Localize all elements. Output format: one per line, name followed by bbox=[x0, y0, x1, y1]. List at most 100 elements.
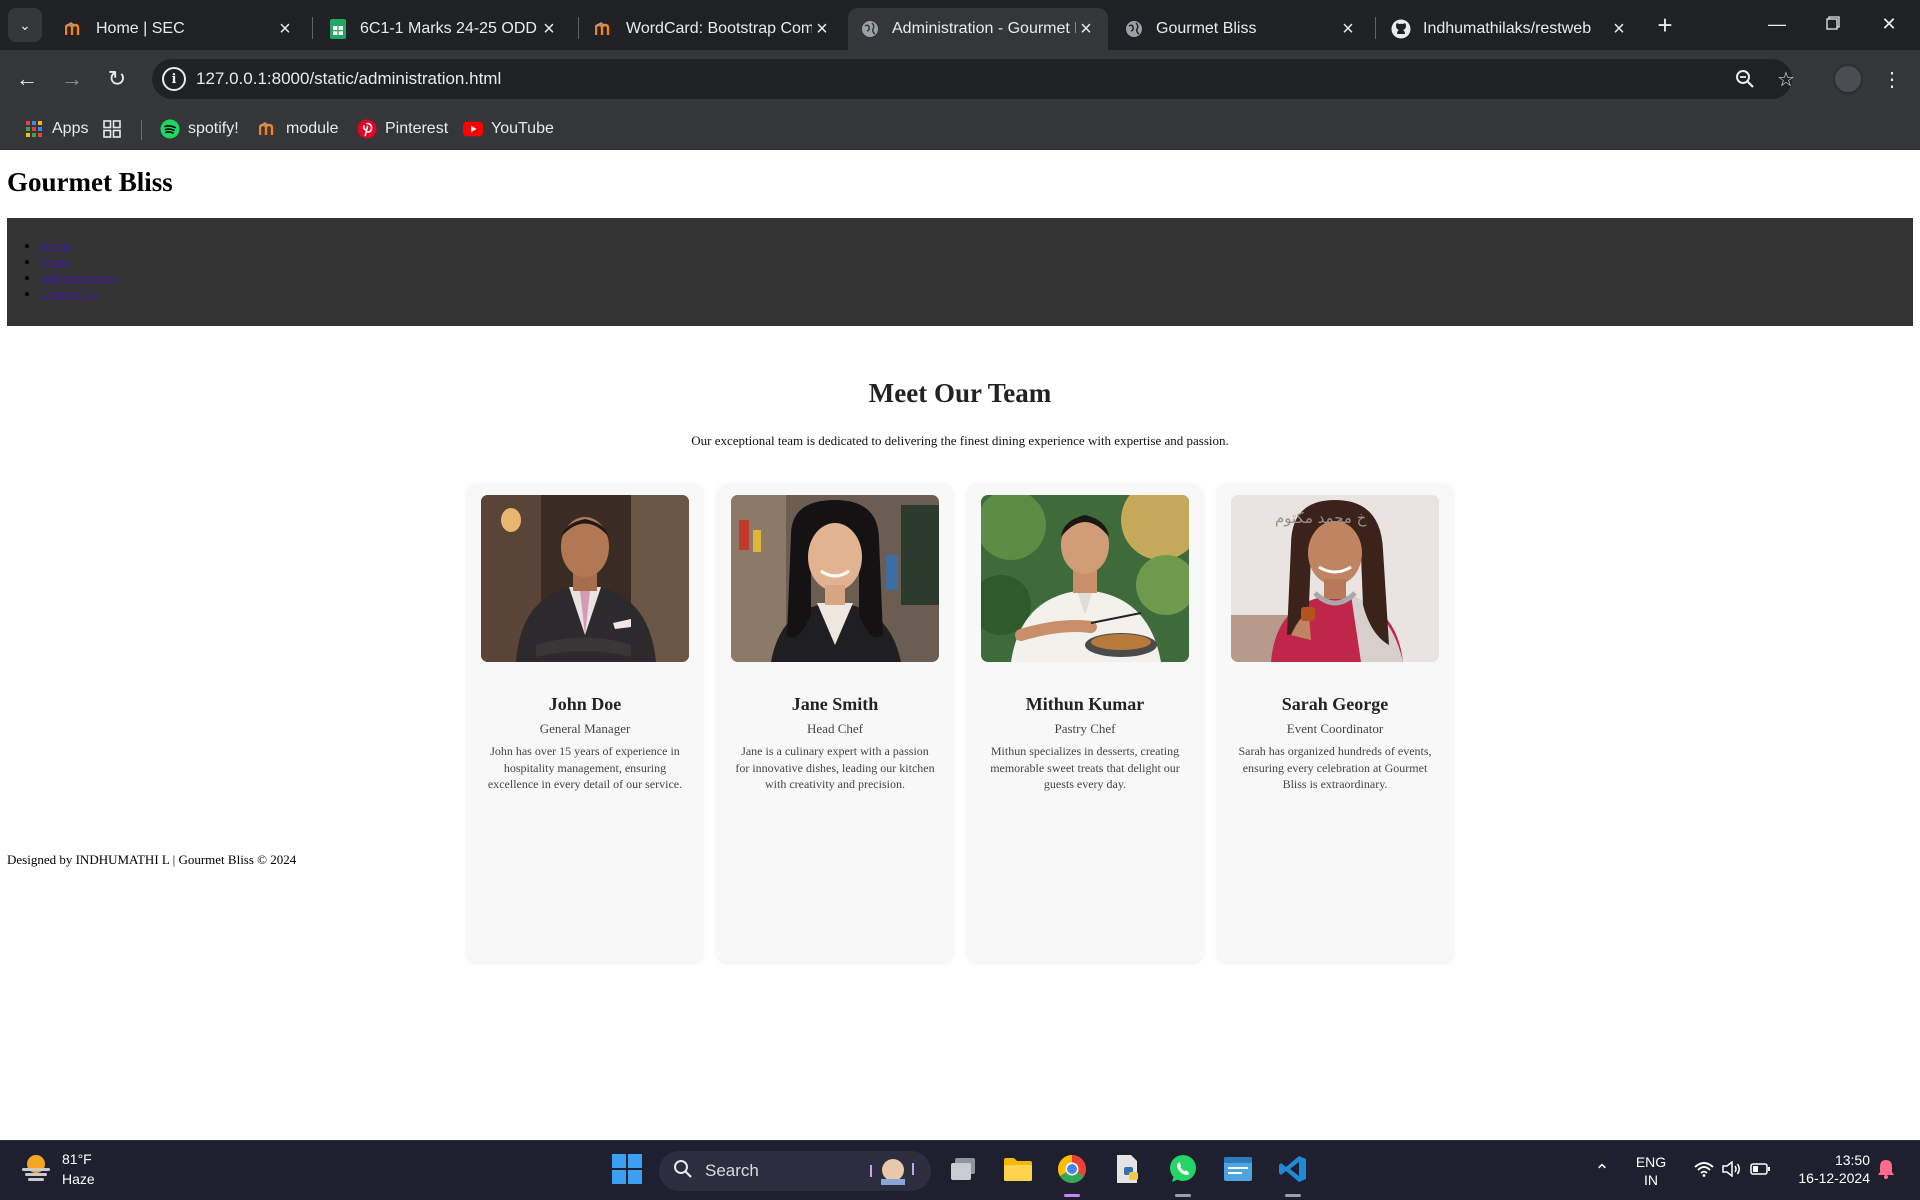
close-icon[interactable]: × bbox=[1338, 18, 1358, 41]
taskbar-file-explorer[interactable] bbox=[998, 1151, 1038, 1191]
windows-logo-icon bbox=[612, 1153, 642, 1189]
minimize-button[interactable]: — bbox=[1754, 6, 1800, 42]
nav-link-menu[interactable]: Menu bbox=[40, 254, 70, 269]
tab-title: Gourmet Bliss bbox=[1156, 20, 1257, 37]
site-title: Gourmet Bliss bbox=[7, 167, 173, 197]
bookmark-tab-groups[interactable] bbox=[102, 115, 130, 143]
member-role: Head Chef bbox=[807, 721, 863, 736]
member-description: Sarah has organized hundreds of events, … bbox=[1238, 744, 1432, 791]
bookmark-module[interactable]: module bbox=[258, 115, 338, 143]
forward-button[interactable]: → bbox=[55, 62, 89, 96]
nav-link-administration[interactable]: Administration bbox=[40, 270, 119, 285]
tab-title: 6C1-1 Marks 24-25 ODD - bbox=[360, 20, 539, 37]
tab-wordcard[interactable]: WordCard: Bootstrap Comp × bbox=[582, 8, 844, 50]
folder-icon bbox=[1003, 1156, 1033, 1187]
notifications-button[interactable] bbox=[1868, 1151, 1904, 1191]
bookmark-apps[interactable]: Apps bbox=[24, 115, 88, 143]
close-icon: ✕ bbox=[1881, 13, 1897, 34]
star-icon[interactable]: ☆ bbox=[1772, 65, 1800, 93]
bookmark-label: spotify! bbox=[188, 120, 239, 137]
bookmark-spotify[interactable]: spotify! bbox=[160, 115, 239, 143]
taskbar-app-window[interactable] bbox=[1218, 1151, 1258, 1191]
bookmark-label: YouTube bbox=[491, 120, 554, 137]
nav-link-home[interactable]: Home bbox=[40, 238, 72, 253]
clock[interactable]: 13:50 16-12-2024 bbox=[1780, 1151, 1870, 1187]
member-role: Pastry Chef bbox=[1054, 721, 1116, 736]
close-icon[interactable]: × bbox=[539, 18, 559, 41]
tab-title: Home | SEC bbox=[96, 20, 185, 37]
nav-list: Home Menu Administration Contact Us bbox=[7, 218, 1913, 302]
profile-avatar[interactable] bbox=[1833, 64, 1863, 94]
taskbar: 81°F Haze Search ⌃ ENG IN 13:50 16-12-20… bbox=[0, 1140, 1920, 1200]
weather-widget[interactable]: 81°F Haze bbox=[20, 1149, 95, 1189]
more-vertical-icon: ⋮ bbox=[1882, 68, 1902, 91]
nav-item: Contact Us bbox=[40, 286, 1913, 302]
site-footer: Designed by INDHUMATHI L | Gourmet Bliss… bbox=[7, 852, 297, 867]
weather-temperature: 81°F bbox=[62, 1151, 92, 1167]
bookmark-pinterest[interactable]: Pinterest bbox=[357, 115, 448, 143]
tray-overflow-button[interactable]: ⌃ bbox=[1582, 1151, 1622, 1191]
close-icon[interactable]: × bbox=[812, 18, 832, 41]
close-window-button[interactable]: ✕ bbox=[1866, 6, 1912, 42]
taskbar-whatsapp[interactable] bbox=[1163, 1151, 1203, 1197]
member-name: Sarah George bbox=[1281, 694, 1389, 714]
restore-icon bbox=[1826, 14, 1840, 35]
search-highlight-icon bbox=[865, 1157, 921, 1190]
github-icon bbox=[1391, 19, 1411, 39]
bookmark-youtube[interactable]: YouTube bbox=[463, 115, 554, 143]
taskbar-vscode[interactable] bbox=[1273, 1151, 1313, 1197]
clock-time: 13:50 bbox=[1834, 1152, 1870, 1168]
taskbar-task-view[interactable] bbox=[943, 1151, 983, 1191]
team-card: Mithun Kumar Pastry Chef Mithun speciali… bbox=[967, 484, 1203, 962]
menu-button[interactable]: ⋮ bbox=[1880, 63, 1904, 95]
new-tab-button[interactable]: + bbox=[1650, 10, 1680, 40]
site-nav: Home Menu Administration Contact Us bbox=[7, 218, 1913, 326]
taskbar-chrome[interactable] bbox=[1052, 1151, 1092, 1197]
start-button[interactable] bbox=[607, 1151, 647, 1191]
language-indicator[interactable]: ENG IN bbox=[1628, 1153, 1674, 1189]
member-name: John Doe bbox=[548, 694, 622, 714]
tab-marks-sheet[interactable]: 6C1-1 Marks 24-25 ODD - × bbox=[316, 8, 571, 50]
chevron-up-icon: ⌃ bbox=[1594, 1160, 1610, 1181]
active-indicator bbox=[1285, 1194, 1301, 1197]
wifi-icon bbox=[1694, 1161, 1714, 1182]
arrow-right-icon: → bbox=[61, 66, 83, 91]
site-info-icon[interactable]: i bbox=[162, 67, 186, 91]
taskbar-search[interactable]: Search bbox=[659, 1151, 931, 1191]
taskbar-python-file[interactable] bbox=[1108, 1151, 1148, 1191]
weather-condition: Haze bbox=[62, 1171, 95, 1187]
tab-gourmet-bliss[interactable]: Gourmet Bliss × bbox=[1112, 8, 1370, 50]
moodle-icon bbox=[594, 19, 614, 39]
url-text[interactable]: 127.0.0.1:8000/static/administration.htm… bbox=[196, 69, 501, 89]
member-photo: خ محمد مكتوم bbox=[1231, 495, 1439, 662]
close-icon[interactable]: × bbox=[275, 18, 295, 41]
reload-icon: ↻ bbox=[107, 66, 127, 91]
tab-github[interactable]: Indhumathilaks/restweb × bbox=[1379, 8, 1641, 50]
spotify-icon bbox=[160, 119, 180, 139]
youtube-icon bbox=[463, 119, 483, 139]
bookmark-separator bbox=[141, 120, 142, 140]
tab-search-button[interactable]: ⌄ bbox=[8, 8, 42, 42]
restore-button[interactable] bbox=[1810, 6, 1856, 42]
search-label: Search bbox=[705, 1161, 759, 1180]
member-role: Event Coordinator bbox=[1286, 721, 1384, 736]
tab-administration[interactable]: Administration - Gourmet B × bbox=[848, 8, 1108, 50]
back-button[interactable]: ← bbox=[10, 62, 44, 96]
task-view-icon bbox=[949, 1156, 977, 1187]
member-description: John has over 15 years of experience in … bbox=[487, 744, 683, 791]
volume-icon bbox=[1722, 1159, 1742, 1182]
team-card: John Doe General Manager John has over 1… bbox=[467, 484, 703, 962]
close-icon[interactable]: × bbox=[1076, 18, 1096, 41]
member-photo bbox=[981, 495, 1189, 662]
nav-link-contact-us[interactable]: Contact Us bbox=[40, 286, 98, 301]
address-bar[interactable]: i 127.0.0.1:8000/static/administration.h… bbox=[152, 59, 1795, 99]
close-icon[interactable]: × bbox=[1609, 18, 1629, 41]
sheets-icon bbox=[328, 19, 348, 39]
reload-button[interactable]: ↻ bbox=[100, 62, 134, 96]
active-indicator bbox=[1175, 1194, 1191, 1197]
zoom-icon[interactable] bbox=[1731, 65, 1759, 93]
tab-home-sec[interactable]: Home | SEC × bbox=[52, 8, 307, 50]
app-window-icon bbox=[1223, 1155, 1253, 1188]
tray-status-icons[interactable] bbox=[1677, 1151, 1787, 1191]
member-description: Jane is a culinary expert with a passion… bbox=[735, 744, 935, 791]
